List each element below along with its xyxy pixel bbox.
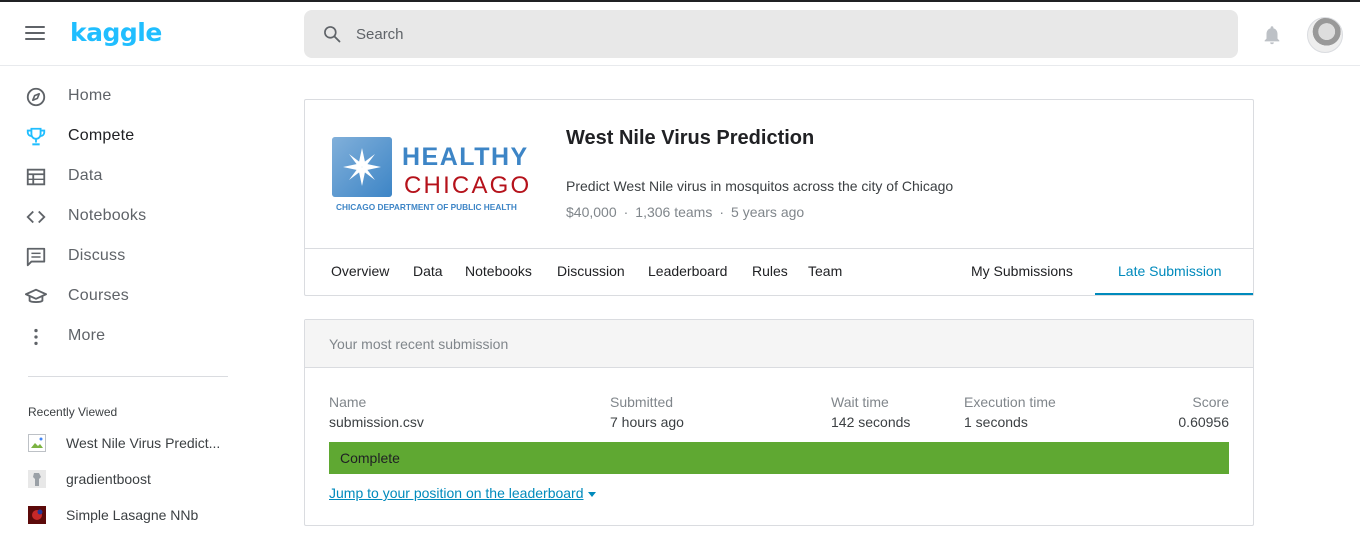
- score-column: Score 0.60956: [1178, 394, 1229, 430]
- top-bar: kaggle: [0, 2, 1360, 66]
- column-label: Submitted: [610, 394, 674, 410]
- sidebar-item-more[interactable]: More: [0, 316, 256, 356]
- jump-to-leaderboard-link[interactable]: Jump to your position on the leaderboard: [329, 485, 596, 501]
- competition-title: West Nile Virus Prediction: [566, 127, 815, 149]
- sidebar-item-discuss[interactable]: Discuss: [0, 236, 256, 276]
- sidebar-item-label: Compete: [68, 127, 135, 144]
- sidebar-item-data[interactable]: Data: [0, 156, 256, 196]
- kaggle-logo[interactable]: kaggle: [70, 18, 162, 47]
- competition-age: 5 years ago: [731, 204, 805, 220]
- sidebar-item-label: Data: [68, 167, 103, 184]
- table-icon: [26, 168, 46, 186]
- recent-submission-title: Your most recent submission: [329, 336, 509, 352]
- menu-icon[interactable]: [25, 26, 45, 42]
- competition-meta: $40,000 · 1,306 teams · 5 years ago: [566, 204, 804, 220]
- broken-image-icon: [28, 434, 46, 452]
- tab-overview[interactable]: Overview: [331, 263, 389, 279]
- column-label: Score: [1192, 394, 1229, 410]
- meta-separator: ·: [623, 204, 629, 220]
- tab-discussion[interactable]: Discussion: [557, 263, 625, 279]
- chat-icon: [26, 247, 46, 267]
- recently-viewed-title: Recently Viewed: [28, 405, 118, 419]
- graduation-cap-icon: [25, 288, 47, 303]
- wait-time-column: Wait time 142 seconds: [831, 394, 910, 430]
- search-input[interactable]: [356, 10, 1216, 58]
- sidebar-item-label: More: [68, 327, 106, 344]
- tab-notebooks[interactable]: Notebooks: [465, 263, 532, 279]
- status-label: Complete: [340, 450, 400, 466]
- sidebar-item-courses[interactable]: Courses: [0, 276, 256, 316]
- code-icon: [26, 210, 46, 224]
- avatar-thumb: [28, 470, 46, 488]
- prize-amount: $40,000: [566, 204, 617, 220]
- sidebar-item-label: Home: [68, 87, 112, 104]
- sidebar-item-label: Notebooks: [68, 207, 147, 224]
- sidebar-item-home[interactable]: Home: [0, 76, 256, 116]
- healthy-chicago-logo: HEALTHY CHICAGO CHICAGO DEPARTMENT OF PU…: [332, 137, 531, 212]
- more-vertical-icon: [34, 328, 38, 346]
- sidebar-item-label: Discuss: [68, 247, 126, 264]
- sidebar-item-notebooks[interactable]: Notebooks: [0, 196, 256, 236]
- caret-down-icon: [587, 491, 596, 497]
- competition-description: Predict West Nile virus in mosquitos acr…: [566, 178, 954, 194]
- recently-viewed-item[interactable]: Simple Lasagne NNb: [0, 506, 256, 536]
- team-count: 1,306 teams: [635, 204, 713, 220]
- logo-text-chicago: CHICAGO: [404, 172, 531, 199]
- recently-viewed-item[interactable]: gradientboost: [0, 470, 256, 500]
- column-label: Wait time: [831, 394, 889, 410]
- search-bar[interactable]: [304, 10, 1238, 58]
- trophy-icon: [26, 127, 46, 146]
- submitted-time: 7 hours ago: [610, 414, 684, 430]
- notifications-bell-icon[interactable]: [1261, 24, 1283, 46]
- tab-rules[interactable]: Rules: [752, 263, 788, 279]
- active-tab-indicator: [1095, 293, 1253, 295]
- logo-text-department: CHICAGO DEPARTMENT OF PUBLIC HEALTH: [336, 202, 517, 212]
- sidebar-item-compete[interactable]: Compete: [0, 116, 256, 156]
- submitted-column: Submitted 7 hours ago: [610, 394, 684, 430]
- recently-viewed-label: Simple Lasagne NNb: [66, 507, 199, 523]
- sidebar-divider: [28, 376, 228, 377]
- jump-link-label: Jump to your position on the leaderboard: [329, 485, 584, 501]
- tab-data[interactable]: Data: [413, 263, 443, 279]
- submission-status-bar: Complete: [329, 442, 1229, 474]
- meta-separator: ·: [719, 204, 725, 220]
- logo-text-healthy: HEALTHY: [402, 143, 529, 171]
- recent-submission-header: Your most recent submission: [305, 320, 1253, 368]
- tab-team[interactable]: Team: [808, 263, 842, 279]
- column-label: Execution time: [964, 394, 1056, 410]
- notebook-thumb: [28, 506, 46, 524]
- tab-leaderboard[interactable]: Leaderboard: [648, 263, 727, 279]
- user-avatar[interactable]: [1307, 17, 1343, 53]
- recently-viewed-item[interactable]: West Nile Virus Predict...: [0, 434, 256, 464]
- competition-tabs: Overview Data Notebooks Discussion Leade…: [305, 248, 1253, 296]
- submission-name-column: Name submission.csv: [329, 394, 424, 430]
- recently-viewed-label: West Nile Virus Predict...: [66, 435, 221, 451]
- submission-file-name: submission.csv: [329, 414, 424, 430]
- sidebar-nav: Home Compete Data Notebooks Discuss Cour…: [0, 76, 256, 356]
- search-icon: [324, 26, 341, 43]
- compass-icon: [26, 87, 46, 107]
- recently-viewed-label: gradientboost: [66, 471, 151, 487]
- recent-submission-card: Your most recent submission Name submiss…: [304, 319, 1254, 526]
- score-value: 0.60956: [1178, 414, 1229, 430]
- tab-late-submission[interactable]: Late Submission: [1118, 263, 1222, 279]
- column-label: Name: [329, 394, 367, 410]
- execution-time-column: Execution time 1 seconds: [964, 394, 1056, 430]
- sidebar-item-label: Courses: [68, 287, 129, 304]
- wait-time-value: 142 seconds: [831, 414, 911, 430]
- tab-my-submissions[interactable]: My Submissions: [971, 263, 1073, 279]
- competition-header-card: HEALTHY CHICAGO CHICAGO DEPARTMENT OF PU…: [304, 99, 1254, 296]
- execution-time-value: 1 seconds: [964, 414, 1028, 430]
